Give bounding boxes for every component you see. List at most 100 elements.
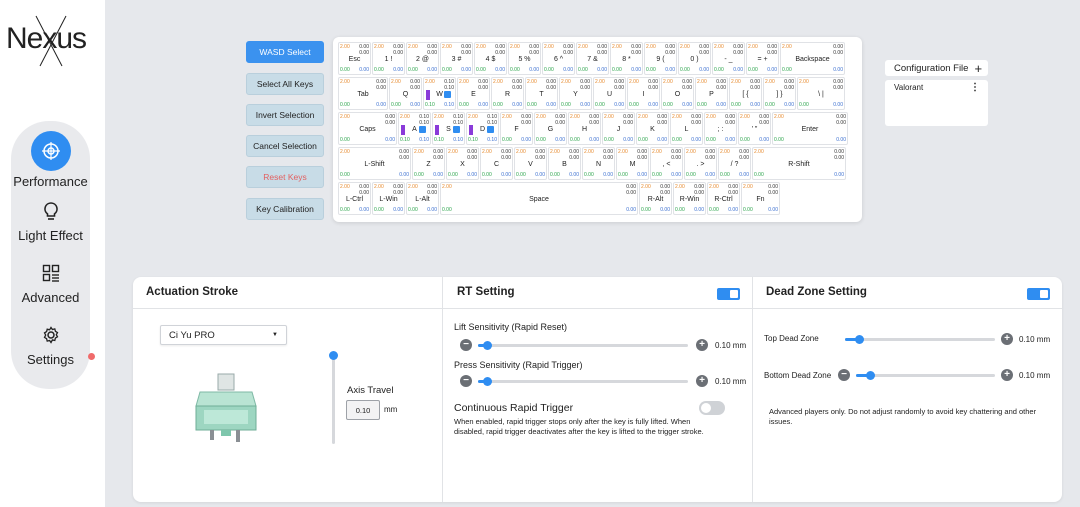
bottom-dead-zone-plus-button[interactable]: + (1001, 369, 1013, 381)
cancel-selection-button[interactable]: Cancel Selection (246, 135, 324, 157)
key-i[interactable]: 2.00 0.00 0.00 I 0.00 0.00 (627, 77, 660, 110)
switch-select[interactable]: Ci Yu PRO ▼ (160, 325, 287, 345)
key-y[interactable]: 2.00 0.00 0.00 Y 0.00 0.00 (559, 77, 592, 110)
key-z[interactable]: 2.00 0.00 0.00 Z 0.00 0.00 (412, 147, 445, 180)
key-f[interactable]: 2.00 0.00 0.00 F 0.00 0.00 (500, 112, 533, 145)
key-5[interactable]: 2.00 0.00 0.00 5 % 0.00 0.00 (508, 42, 541, 75)
top-dead-zone-plus-button[interactable]: + (1001, 333, 1013, 345)
key-j[interactable]: 2.00 0.00 0.00 J 0.00 0.00 (602, 112, 635, 145)
key-backspace[interactable]: 2.00 0.00 0.00 Backspace 0.00 0.00 (780, 42, 845, 75)
press-plus-button[interactable]: + (696, 375, 708, 387)
key-r-win[interactable]: 2.00 0.00 0.00 R-Win 0.00 0.00 (673, 182, 706, 215)
key-e[interactable]: 2.00 0.00 0.00 E 0.00 0.00 (457, 77, 490, 110)
key-2[interactable]: 2.00 0.00 0.00 2 @ 0.00 0.00 (406, 42, 439, 75)
key-calibration-button[interactable]: Key Calibration (246, 198, 324, 220)
key-w[interactable]: 2.00 0.10 0.10 W 0.10 0.10 (423, 77, 456, 110)
key-[interactable]: 2.00 0.00 0.00 ' " 0.00 0.00 (738, 112, 771, 145)
wasd-select-button[interactable]: WASD Select (246, 41, 324, 63)
key-s[interactable]: 2.00 0.10 0.10 S 0.10 0.10 (432, 112, 465, 145)
top-dead-zone-slider[interactable] (845, 335, 995, 344)
key-[interactable]: 2.00 0.00 0.00 = + 0.00 0.00 (746, 42, 779, 75)
key-[interactable]: 2.00 0.00 0.00/ ? 0.00 0.00 (718, 147, 751, 180)
key-enter[interactable]: 2.00 0.00 0.00 Enter 0.00 0.00 (772, 112, 848, 145)
key-d[interactable]: 2.00 0.10 0.10 D 0.10 0.10 (466, 112, 499, 145)
config-item[interactable]: Valorant (894, 83, 923, 92)
lift-sensitivity-slider[interactable] (478, 341, 688, 350)
key-tab[interactable]: 2.00 0.00 0.00 Tab 0.00 0.00 (338, 77, 388, 110)
key-9[interactable]: 2.00 0.00 0.00 9 (0.00 0.00 (644, 42, 677, 75)
key-r[interactable]: 2.00 0.00 0.00 R 0.00 0.00 (491, 77, 524, 110)
key-b[interactable]: 2.00 0.00 0.00 B 0.00 0.00 (548, 147, 581, 180)
key-r-shift[interactable]: 2.00 0.00 0.00 R-Shift 0.00 0.00 (752, 147, 846, 180)
key-r-alt[interactable]: 2.00 0.00 0.00 R-Alt 0.00 0.00 (639, 182, 672, 215)
axis-travel-slider-handle[interactable] (329, 351, 338, 360)
bottom-dead-zone-minus-button[interactable]: − (838, 369, 850, 381)
nav-item-advanced[interactable]: Advanced (11, 259, 90, 305)
key-caps[interactable]: 2.00 0.00 0.00 Caps 0.00 0.00 (338, 112, 397, 145)
key-t[interactable]: 2.00 0.00 0.00 T 0.00 0.00 (525, 77, 558, 110)
key-q[interactable]: 2.00 0.00 0.00 Q 0.00 0.00 (389, 77, 422, 110)
key-3[interactable]: 2.00 0.00 0.00 3 # 0.00 0.00 (440, 42, 473, 75)
key-4[interactable]: 2.00 0.00 0.00 4 $ 0.00 0.00 (474, 42, 507, 75)
key-l[interactable]: 2.00 0.00 0.00 L 0.00 0.00 (670, 112, 703, 145)
checkbox-icon[interactable] (419, 126, 426, 133)
top-dead-zone-handle[interactable] (855, 335, 864, 344)
key-l-ctrl[interactable]: 2.00 0.00 0.00 L-Ctrl 0.00 0.00 (338, 182, 371, 215)
key-u[interactable]: 2.00 0.00 0.00 U 0.00 0.00 (593, 77, 626, 110)
key-[interactable]: 2.00 0.00 0.00 \ | 0.00 0.00 (797, 77, 845, 110)
key-fn[interactable]: 2.00 0.00 0.00 Fn 0.00 0.00 (741, 182, 780, 215)
key-l-win[interactable]: 2.00 0.00 0.00 L-Win 0.00 0.00 (372, 182, 405, 215)
key-m[interactable]: 2.00 0.00 0.00 M 0.00 0.00 (616, 147, 649, 180)
press-sensitivity-slider[interactable] (478, 377, 688, 386)
key-8[interactable]: 2.00 0.00 0.00 8 * 0.00 0.00 (610, 42, 643, 75)
checkbox-icon[interactable] (453, 126, 460, 133)
nav-item-light-effect[interactable]: Light Effect (11, 197, 90, 243)
key-p[interactable]: 2.00 0.00 0.00 P 0.00 0.00 (695, 77, 728, 110)
key-r-ctrl[interactable]: 2.00 0.00 0.00 R-Ctrl 0.00 0.00 (707, 182, 740, 215)
key-n[interactable]: 2.00 0.00 0.00 N 0.00 0.00 (582, 147, 615, 180)
key-6[interactable]: 2.00 0.00 0.00 6 ^ 0.00 0.00 (542, 42, 575, 75)
rt-toggle[interactable] (717, 288, 740, 300)
key-a[interactable]: 2.00 0.10 0.10 A 0.10 0.10 (398, 112, 431, 145)
key-[interactable]: 2.00 0.00 0.00, <0.00 0.00 (650, 147, 683, 180)
bottom-dead-zone-handle[interactable] (866, 371, 875, 380)
key-l-shift[interactable]: 2.00 0.00 0.00 L-Shift 0.00 0.00 (338, 147, 411, 180)
key-l-alt[interactable]: 2.00 0.00 0.00 L-Alt 0.00 0.00 (406, 182, 439, 215)
key-[interactable]: 2.00 0.00 0.00] } 0.00 0.00 (763, 77, 796, 110)
axis-travel-slider[interactable] (329, 351, 338, 444)
more-options-icon[interactable]: ⋮ (970, 82, 980, 93)
key-7[interactable]: 2.00 0.00 0.00 7 & 0.00 0.00 (576, 42, 609, 75)
key-v[interactable]: 2.00 0.00 0.00 V 0.00 0.00 (514, 147, 547, 180)
axis-travel-input[interactable]: 0.10 (346, 400, 380, 420)
reset-keys-button[interactable]: Reset Keys (246, 166, 324, 188)
key-x[interactable]: 2.00 0.00 0.00 X 0.00 0.00 (446, 147, 479, 180)
nav-item-settings[interactable]: Settings (11, 321, 90, 367)
continuous-rapid-trigger-toggle[interactable] (699, 401, 725, 415)
key-k[interactable]: 2.00 0.00 0.00 K 0.00 0.00 (636, 112, 669, 145)
key-1[interactable]: 2.00 0.00 0.00 1 ! 0.00 0.00 (372, 42, 405, 75)
lift-plus-button[interactable]: + (696, 339, 708, 351)
key-[interactable]: 2.00 0.00 0.00. >0.00 0.00 (684, 147, 717, 180)
press-slider-handle[interactable] (483, 377, 492, 386)
dead-zone-toggle[interactable] (1027, 288, 1050, 300)
bottom-dead-zone-slider[interactable] (856, 371, 995, 380)
key-[interactable]: 2.00 0.00 0.00[ {0.00 0.00 (729, 77, 762, 110)
checkbox-icon[interactable] (444, 91, 451, 98)
key-o[interactable]: 2.00 0.00 0.00 O 0.00 0.00 (661, 77, 694, 110)
nav-item-performance[interactable]: Performance (11, 131, 90, 189)
select-all-keys-button[interactable]: Select All Keys (246, 73, 324, 95)
key-g[interactable]: 2.00 0.00 0.00 G 0.00 0.00 (534, 112, 567, 145)
lift-minus-button[interactable]: − (460, 339, 472, 351)
press-minus-button[interactable]: − (460, 375, 472, 387)
checkbox-icon[interactable] (487, 126, 494, 133)
key-h[interactable]: 2.00 0.00 0.00 H 0.00 0.00 (568, 112, 601, 145)
key-[interactable]: 2.00 0.00 0.00; :0.00 0.00 (704, 112, 737, 145)
add-config-icon[interactable]: + (974, 61, 982, 76)
key-[interactable]: 2.00 0.00 0.00- _ 0.00 0.00 (712, 42, 745, 75)
key-esc[interactable]: 2.00 0.00 0.00 Esc 0.00 0.00 (338, 42, 371, 75)
key-c[interactable]: 2.00 0.00 0.00 C 0.00 0.00 (480, 147, 513, 180)
lift-slider-handle[interactable] (483, 341, 492, 350)
invert-selection-button[interactable]: Invert Selection (246, 104, 324, 126)
key-0[interactable]: 2.00 0.00 0.00 0 ) 0.00 0.00 (678, 42, 711, 75)
key-space[interactable]: 2.00 0.00 0.00 Space 0.00 0.00 (440, 182, 638, 215)
